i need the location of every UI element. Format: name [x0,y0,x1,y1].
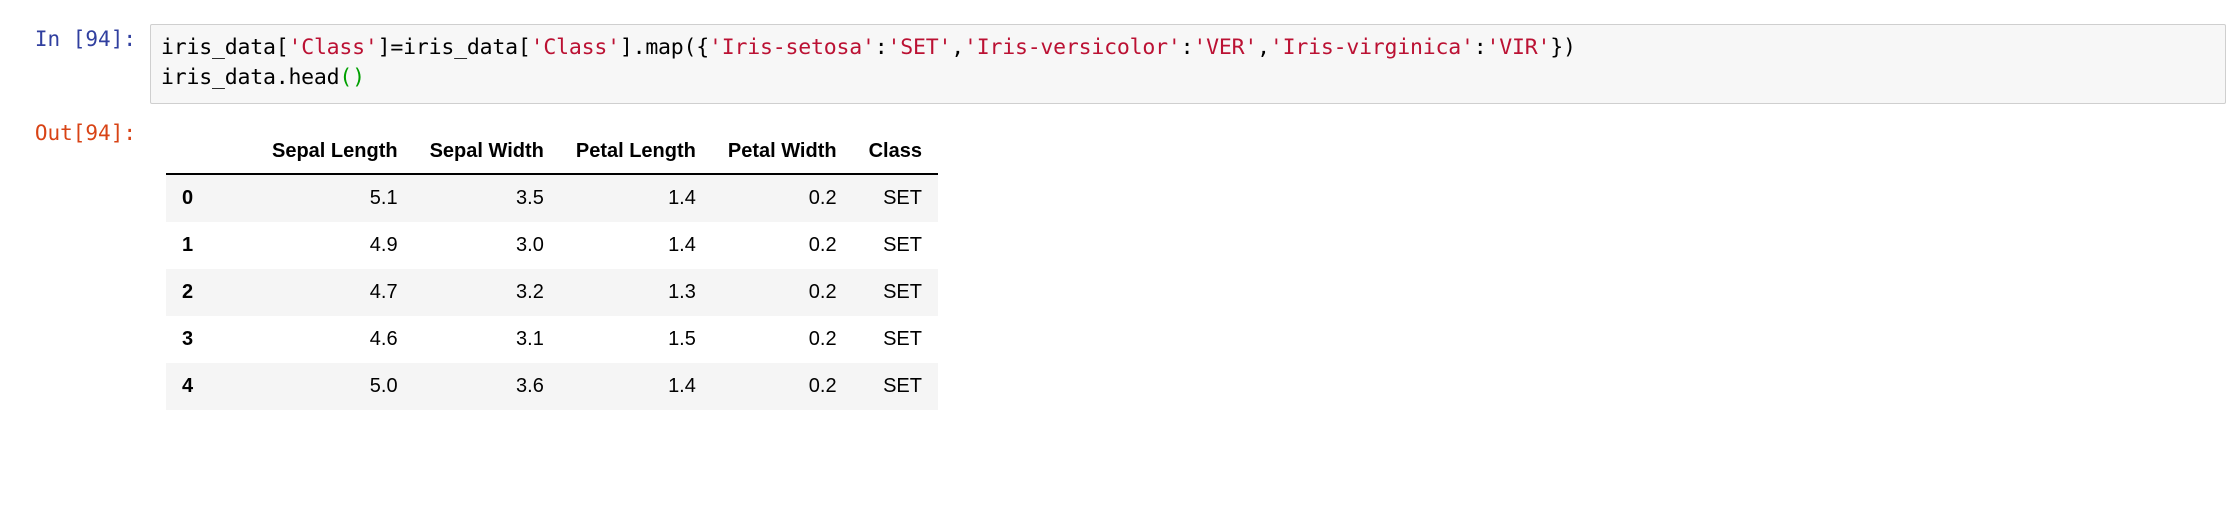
dataframe-table: Sepal Length Sepal Width Petal Length Petal… [166,134,938,410]
code-token: }) [1550,35,1576,60]
table-row: 3 4.6 3.1 1.5 0.2 SET [166,316,938,363]
code-token: iris_data[ [161,35,289,60]
input-prompt: In [94]: [34,27,136,51]
table-cell: 0.2 [808,281,837,303]
row-index: 4 [182,375,194,397]
table-cell: SET [883,375,922,397]
table-cell: 4.9 [369,234,398,256]
code-line-2: iris_data.head() [161,63,2225,93]
table-cell: 1.5 [668,328,696,350]
code-token: 'VIR' [1486,35,1551,60]
table-cell: SET [883,281,922,303]
code-token: 'Iris-virginica' [1269,35,1474,60]
code-token: 'Iris-versicolor' [963,35,1181,60]
table-row: 2 4.7 3.2 1.3 0.2 SET [166,269,938,316]
table-cell: 1.4 [668,375,696,397]
table-row: 4 5.0 3.6 1.4 0.2 SET [166,363,938,410]
table-cell: 3.6 [516,375,544,397]
row-index: 0 [182,187,194,209]
table-cell: 0.2 [808,375,837,397]
table-cell: 3.0 [516,234,544,256]
code-token: ].map({ [619,35,710,60]
code-token: 'Class' [530,35,620,60]
table-row: 1 4.9 3.0 1.4 0.2 SET [166,222,938,269]
code-token: 'VER' [1193,35,1258,60]
table-cell: 3.2 [516,281,544,303]
output-cell: Out[94]: Sepal Length Sepal Width Petal Le… [0,118,2226,410]
notebook-page: In [94]: iris_data['Class']=iris_data['C… [0,0,2226,508]
table-cell: 0.2 [808,234,837,256]
table-cell: 3.1 [516,328,544,350]
code-token: () [339,65,365,90]
code-token: : [874,35,888,60]
row-index: 3 [182,328,194,350]
table-cell: SET [883,234,922,256]
code-line-1: iris_data['Class']=iris_data['Class'].ma… [161,33,2225,63]
code-token: : [1473,35,1487,60]
row-index: 2 [182,281,194,303]
column-header: Petal Width [711,134,853,175]
code-token: 'SET' [887,35,952,60]
table-cell: SET [883,187,922,209]
table-cell: 5.0 [369,375,398,397]
table-head: Sepal Length Sepal Width Petal Length Petal… [166,134,938,175]
table-body: 0 5.1 3.5 1.4 0.2 SET 1 4.9 3.0 1.4 0.2 SET 2 4.7 3.2 1… [166,174,938,410]
table-cell: 1.4 [668,187,696,209]
table-cell: 4.6 [369,328,398,350]
code-token: ]=iris_data[ [377,35,531,60]
table-cell: 0.2 [808,328,837,350]
output-prompt: Out[94]: [34,121,136,145]
column-header: Petal Length [559,134,712,175]
table-cell: 3.5 [516,187,544,209]
table-cell: 1.3 [668,281,696,303]
table-cell: 4.7 [369,281,398,303]
code-token: : [1180,35,1194,60]
table-cell: SET [883,328,922,350]
code-token: , [1257,35,1270,60]
code-editor[interactable]: iris_data['Class']=iris_data['Class'].ma… [150,24,2226,104]
code-token: iris_data.head [161,65,340,90]
table-cell: 5.1 [369,187,398,209]
code-token: 'Class' [288,35,378,60]
column-header: Sepal Length [256,134,414,175]
table-cell: 0.2 [808,187,837,209]
output-area: Sepal Length Sepal Width Petal Length Petal… [150,118,2226,410]
row-index: 1 [182,234,194,256]
code-token: , [951,35,964,60]
code-token: 'Iris-setosa' [709,35,875,60]
column-header: Class [852,134,938,175]
table-cell: 1.4 [668,234,696,256]
index-header [166,134,256,175]
column-header: Sepal Width [413,134,560,175]
table-row: 0 5.1 3.5 1.4 0.2 SET [166,174,938,222]
input-cell[interactable]: In [94]: iris_data['Class']=iris_data['C… [0,0,2226,104]
table-header-row: Sepal Length Sepal Width Petal Length Petal… [166,134,938,175]
